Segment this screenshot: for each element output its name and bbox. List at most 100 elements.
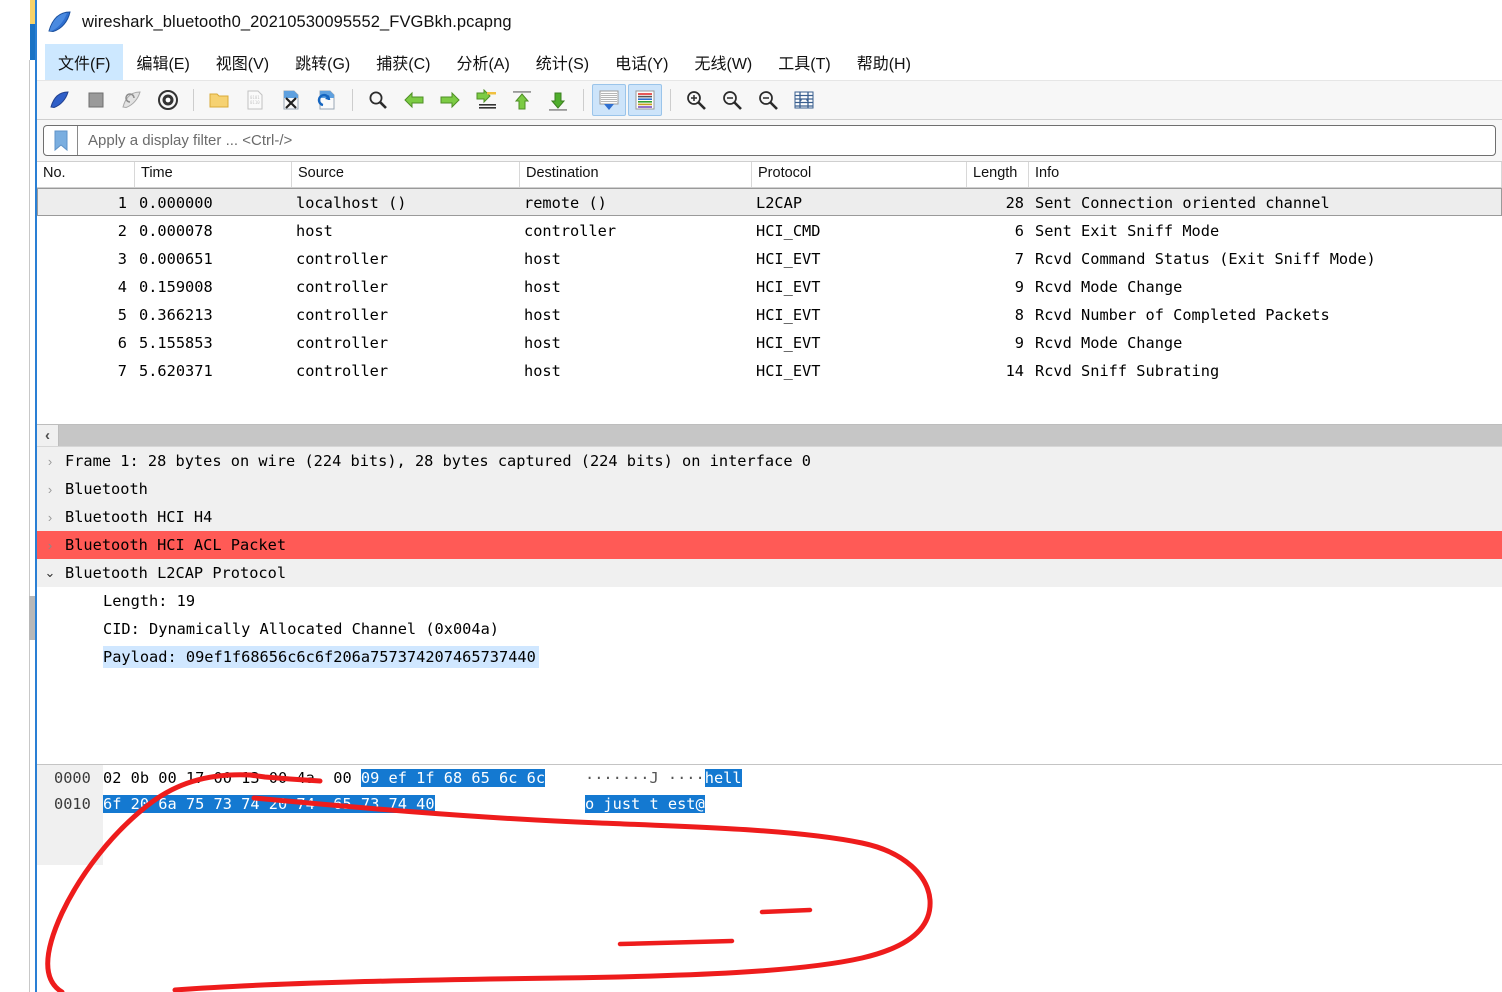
stop-capture-button[interactable]	[79, 84, 113, 116]
tree-item-cid[interactable]: CID: Dynamically Allocated Channel (0x00…	[37, 615, 1502, 643]
packet-list-hscrollbar[interactable]: ‹	[37, 424, 1502, 446]
hex-ascii-plain: ·······J ····	[585, 769, 705, 787]
wireshark-fin-icon	[48, 11, 71, 33]
table-row[interactable]: 1 0.000000 localhost () remote () L2CAP …	[37, 188, 1502, 216]
background-window	[0, 0, 36, 992]
main-toolbar: 0101 0110	[37, 80, 1502, 120]
menu-statistics[interactable]: 统计(S)	[523, 44, 602, 80]
hex-ascii-selected: hell	[704, 769, 742, 787]
table-row[interactable]: 3 0.000651 controller host HCI_EVT 7 Rcv…	[37, 244, 1502, 272]
menu-edit[interactable]: 编辑(E)	[123, 44, 202, 80]
display-filter-box[interactable]	[43, 125, 1496, 156]
tree-item-bluetooth[interactable]: › Bluetooth	[37, 475, 1502, 503]
hex-offset: 0000	[54, 769, 91, 787]
table-row[interactable]: 4 0.159008 controller host HCI_EVT 9 Rcv…	[37, 272, 1502, 300]
resize-columns-button[interactable]	[787, 84, 821, 116]
column-header-destination[interactable]: Destination	[520, 162, 752, 187]
display-filter-bar	[37, 120, 1502, 162]
scroll-left-arrow-icon[interactable]: ‹	[37, 425, 59, 446]
hex-row[interactable]: 0010 6f 20 6a 75 73 74 20 74 65 73 74 40…	[37, 791, 1502, 817]
start-capture-button[interactable]	[43, 84, 77, 116]
zoom-reset-button[interactable]	[751, 84, 785, 116]
menu-capture[interactable]: 捕获(C)	[363, 44, 443, 80]
chevron-right-icon[interactable]: ›	[37, 510, 63, 525]
column-header-source[interactable]: Source	[292, 162, 520, 187]
go-back-icon	[404, 91, 424, 109]
column-header-info[interactable]: Info	[1029, 162, 1502, 187]
column-header-no[interactable]: No.	[37, 162, 135, 187]
tree-item-label: Payload: 09ef1f68656c6c6f206a75737420746…	[103, 646, 539, 668]
cell-destination: controller	[524, 221, 617, 240]
menu-analyze[interactable]: 分析(A)	[443, 44, 522, 80]
scrollbar-track[interactable]	[59, 425, 1502, 446]
menu-go[interactable]: 跳转(G)	[282, 44, 363, 80]
tree-item-payload[interactable]: Payload: 09ef1f68656c6c6f206a75737420746…	[37, 643, 1502, 671]
capture-options-button[interactable]	[151, 84, 185, 116]
menu-file[interactable]: 文件(F)	[45, 44, 124, 80]
table-row[interactable]: 7 5.620371 controller host HCI_EVT 14 Rc…	[37, 356, 1502, 384]
find-packet-icon	[369, 91, 387, 109]
save-file-button[interactable]: 0101 0110	[238, 84, 272, 116]
hex-ascii-selected: o just t est@	[585, 795, 705, 813]
toolbar-separator	[670, 89, 671, 111]
close-file-button[interactable]	[274, 84, 308, 116]
tree-item-length[interactable]: Length: 19	[37, 587, 1502, 615]
cell-info: Rcvd Sniff Subrating	[1035, 361, 1220, 380]
tree-item-frame[interactable]: › Frame 1: 28 bytes on wire (224 bits), …	[37, 447, 1502, 475]
column-header-length[interactable]: Length	[967, 162, 1029, 187]
cell-destination: host	[524, 277, 561, 296]
zoom-in-icon	[687, 91, 706, 110]
cell-destination: host	[524, 305, 561, 324]
cell-time: 5.620371	[139, 361, 213, 380]
tree-item-hci-acl-packet[interactable]: › Bluetooth HCI ACL Packet	[37, 531, 1502, 559]
display-filter-input[interactable]	[78, 126, 1495, 155]
chevron-right-icon[interactable]: ›	[37, 454, 63, 469]
table-row[interactable]: 6 5.155853 controller host HCI_EVT 9 Rcv…	[37, 328, 1502, 356]
table-row[interactable]: 5 0.366213 controller host HCI_EVT 8 Rcv…	[37, 300, 1502, 328]
chevron-right-icon[interactable]: ›	[37, 538, 63, 553]
menu-wireless[interactable]: 无线(W)	[681, 44, 765, 80]
cell-info: Rcvd Command Status (Exit Sniff Mode)	[1035, 249, 1376, 268]
screenshot-root: wireshark_bluetooth0_20210530095552_FVGB…	[0, 0, 1502, 992]
go-back-button[interactable]	[397, 84, 431, 116]
menu-view[interactable]: 视图(V)	[203, 44, 282, 80]
zoom-reset-icon	[759, 91, 778, 110]
zoom-in-button[interactable]	[679, 84, 713, 116]
column-header-protocol[interactable]: Protocol	[752, 162, 967, 187]
cell-source: controller	[296, 333, 389, 352]
tree-item-label: CID: Dynamically Allocated Channel (0x00…	[103, 620, 500, 638]
zoom-out-button[interactable]	[715, 84, 749, 116]
menu-tools[interactable]: 工具(T)	[765, 44, 843, 80]
reload-file-button[interactable]	[310, 84, 344, 116]
tree-item-l2cap-protocol[interactable]: ⌄ Bluetooth L2CAP Protocol	[37, 559, 1502, 587]
chevron-right-icon[interactable]: ›	[37, 482, 63, 497]
go-to-last-button[interactable]	[541, 84, 575, 116]
menu-bar: 文件(F) 编辑(E) 视图(V) 跳转(G) 捕获(C) 分析(A) 统计(S…	[37, 44, 1502, 80]
open-file-button[interactable]	[202, 84, 236, 116]
auto-scroll-button[interactable]	[592, 84, 626, 116]
go-to-packet-button[interactable]	[469, 84, 503, 116]
hex-row[interactable]: 0000 02 0b 00 17 00 13 00 4a 00 09 ef 1f…	[37, 765, 1502, 791]
resize-columns-icon	[794, 91, 814, 109]
column-header-time[interactable]: Time	[135, 162, 292, 187]
go-forward-button[interactable]	[433, 84, 467, 116]
reload-file-icon	[317, 90, 335, 110]
restart-capture-button[interactable]	[115, 84, 149, 116]
tree-item-label: Bluetooth HCI H4	[63, 508, 213, 526]
menu-help[interactable]: 帮助(H)	[844, 44, 924, 80]
cell-info: Sent Exit Sniff Mode	[1035, 221, 1220, 240]
go-to-last-icon	[549, 92, 567, 111]
tree-item-hci-h4[interactable]: › Bluetooth HCI H4	[37, 503, 1502, 531]
filter-bookmark-button[interactable]	[44, 126, 78, 155]
table-row[interactable]: 2 0.000078 host controller HCI_CMD 6 Sen…	[37, 216, 1502, 244]
go-to-first-button[interactable]	[505, 84, 539, 116]
colorize-button[interactable]	[628, 84, 662, 116]
zoom-out-icon	[723, 91, 742, 110]
chevron-down-icon[interactable]: ⌄	[37, 565, 63, 581]
cell-time: 0.366213	[139, 305, 213, 324]
menu-telephony[interactable]: 电话(Y)	[602, 44, 681, 80]
hex-bytes-plain: 02 0b 00 17 00 13 00 4a 00	[103, 769, 361, 787]
find-packet-button[interactable]	[361, 84, 395, 116]
cell-info: Rcvd Mode Change	[1035, 333, 1183, 352]
packet-detail-pane: › Frame 1: 28 bytes on wire (224 bits), …	[37, 446, 1502, 764]
